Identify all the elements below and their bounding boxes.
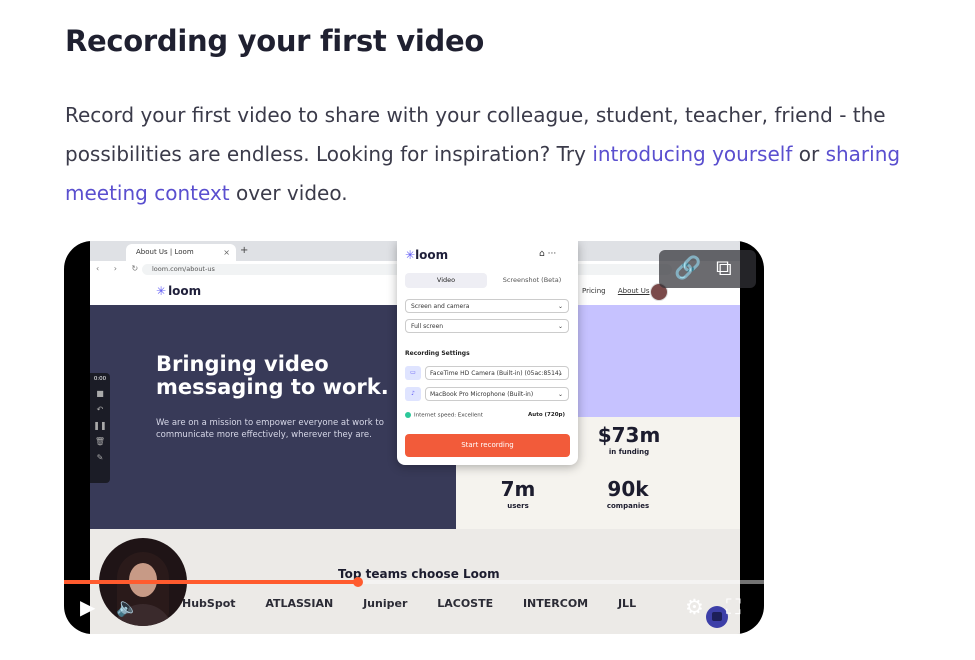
- undo-icon: ↶: [96, 405, 104, 414]
- open-external-icon[interactable]: ⧉: [716, 256, 732, 282]
- camera-select: ▭ FaceTime HD Camera (Built-in) (05ac:851…: [405, 366, 569, 380]
- pause-icon: ❚❚: [93, 421, 107, 430]
- stat-companies: 90k companies: [583, 477, 673, 510]
- popup-logo-text: loom: [415, 248, 449, 262]
- hero-title-line: messaging to work.: [156, 375, 389, 399]
- quality-value: Auto (720p): [528, 412, 565, 418]
- play-icon[interactable]: ▶: [80, 595, 95, 619]
- camera-select-box: FaceTime HD Camera (Built-in) (05ac:8514…: [425, 366, 569, 380]
- browser-nav-icons: ‹ › ↻: [96, 264, 145, 273]
- camera-icon: ▭: [405, 366, 421, 380]
- start-recording-button: Start recording: [405, 434, 570, 457]
- stat-label: in funding: [608, 448, 650, 456]
- speed-label: Internet speed: Excellent: [414, 412, 483, 419]
- video-player[interactable]: About Us | Loom × + ‹ › ↻ loom.com/about…: [64, 241, 764, 634]
- microphone-icon: ♪: [405, 387, 421, 401]
- home-icon: ⌂: [539, 249, 545, 259]
- recorder-toolbar: 0:00 ■ ↶ ❚❚ 🗑 ✎: [90, 373, 110, 483]
- progress-bar[interactable]: [64, 577, 764, 587]
- microphone-select-box: MacBook Pro Microphone (Built-in) ⌄: [425, 387, 569, 401]
- pen-icon: ✎: [96, 453, 104, 462]
- internet-speed: Internet speed: Excellent Auto (720p): [405, 412, 569, 419]
- close-icon: ×: [223, 248, 230, 257]
- introducing-yourself-link[interactable]: introducing yourself: [592, 142, 792, 166]
- capture-area-value: Full screen: [411, 323, 444, 330]
- chevron-down-icon: ⌄: [557, 323, 563, 330]
- loom-logo-icon: ✳: [156, 284, 167, 298]
- hero-title-line: Bringing video: [156, 352, 329, 376]
- chevron-down-icon: ⌄: [557, 303, 563, 310]
- chat-icon[interactable]: [706, 606, 728, 628]
- stop-icon: ■: [96, 389, 104, 398]
- site-logo-text: loom: [168, 284, 202, 298]
- stat-funding: $73m in funding: [584, 423, 674, 456]
- article-paragraph: Record your first video to share with yo…: [65, 96, 945, 213]
- browser-tab: About Us | Loom ×: [126, 244, 236, 261]
- hero-subtitle: We are on a mission to empower everyone …: [156, 418, 384, 440]
- chevron-down-icon: ⌄: [557, 370, 563, 377]
- popup-logo: ✳loom: [405, 248, 448, 262]
- logos-row: HubSpot ATLASSIAN Juniper LACOSTE INTERC…: [182, 597, 662, 610]
- stat-value: 90k: [607, 477, 649, 501]
- progress-fill: [64, 580, 358, 584]
- microphone-value: MacBook Pro Microphone (Built-in): [430, 391, 534, 398]
- site-nav: Pricing About Us: [582, 287, 660, 295]
- fullscreen-icon[interactable]: ⛶: [726, 595, 741, 620]
- capture-mode-select: Screen and camera ⌄: [405, 299, 569, 313]
- camera-value: FaceTime HD Camera (Built-in) (05ac:8514…: [430, 370, 562, 377]
- tab-screenshot: Screenshot (Beta): [502, 276, 562, 284]
- browser-tab-title: About Us | Loom: [136, 248, 194, 256]
- stat-label: companies: [606, 502, 650, 510]
- progress-handle[interactable]: [353, 577, 363, 587]
- site-nav-about: About Us: [617, 287, 650, 295]
- hero-title: Bringing video messaging to work.: [156, 353, 389, 399]
- chevron-down-icon: ⌄: [557, 391, 563, 398]
- stat-users: 7m users: [473, 477, 563, 510]
- paragraph-text: or: [792, 142, 826, 166]
- tab-video: Video: [405, 273, 487, 288]
- share-controls: 🔗 ⧉: [659, 250, 756, 288]
- settings-icon[interactable]: ⚙: [685, 595, 704, 619]
- article-title: Recording your first video: [65, 24, 484, 58]
- microphone-select: ♪ MacBook Pro Microphone (Built-in) ⌄: [405, 387, 569, 401]
- logo-lacoste: LACOSTE: [437, 597, 494, 610]
- logo-hubspot: HubSpot: [182, 597, 236, 610]
- logo-intercom: INTERCOM: [522, 597, 589, 610]
- site-nav-pricing: Pricing: [582, 287, 606, 295]
- capture-mode-value: Screen and camera: [411, 303, 470, 310]
- stat-value: 7m: [500, 477, 536, 501]
- logo-jll: JLL: [617, 597, 637, 610]
- loom-logo-icon: ✳: [405, 248, 416, 262]
- trash-icon: 🗑: [94, 437, 106, 446]
- site-logo: ✳ loom: [156, 284, 201, 298]
- recording-timer: 0:00: [93, 376, 107, 382]
- volume-icon[interactable]: 🔈: [116, 597, 138, 618]
- loom-recorder-popup: ✳loom ⌂ ··· Video Screenshot (Beta) Scre…: [397, 241, 578, 465]
- capture-area-select: Full screen ⌄: [405, 319, 569, 333]
- logo-atlassian: ATLASSIAN: [265, 597, 334, 610]
- logo-juniper: Juniper: [363, 597, 408, 610]
- popup-header-icons: ⌂ ···: [539, 249, 556, 259]
- paragraph-text: over video.: [229, 181, 348, 205]
- status-dot: [405, 412, 411, 418]
- stat-label: users: [507, 502, 529, 510]
- copy-link-icon[interactable]: 🔗: [674, 256, 701, 282]
- recording-settings-label: Recording Settings: [405, 350, 470, 357]
- new-tab-icon: +: [240, 245, 249, 256]
- stat-value: $73m: [597, 423, 661, 447]
- more-icon: ···: [547, 249, 557, 259]
